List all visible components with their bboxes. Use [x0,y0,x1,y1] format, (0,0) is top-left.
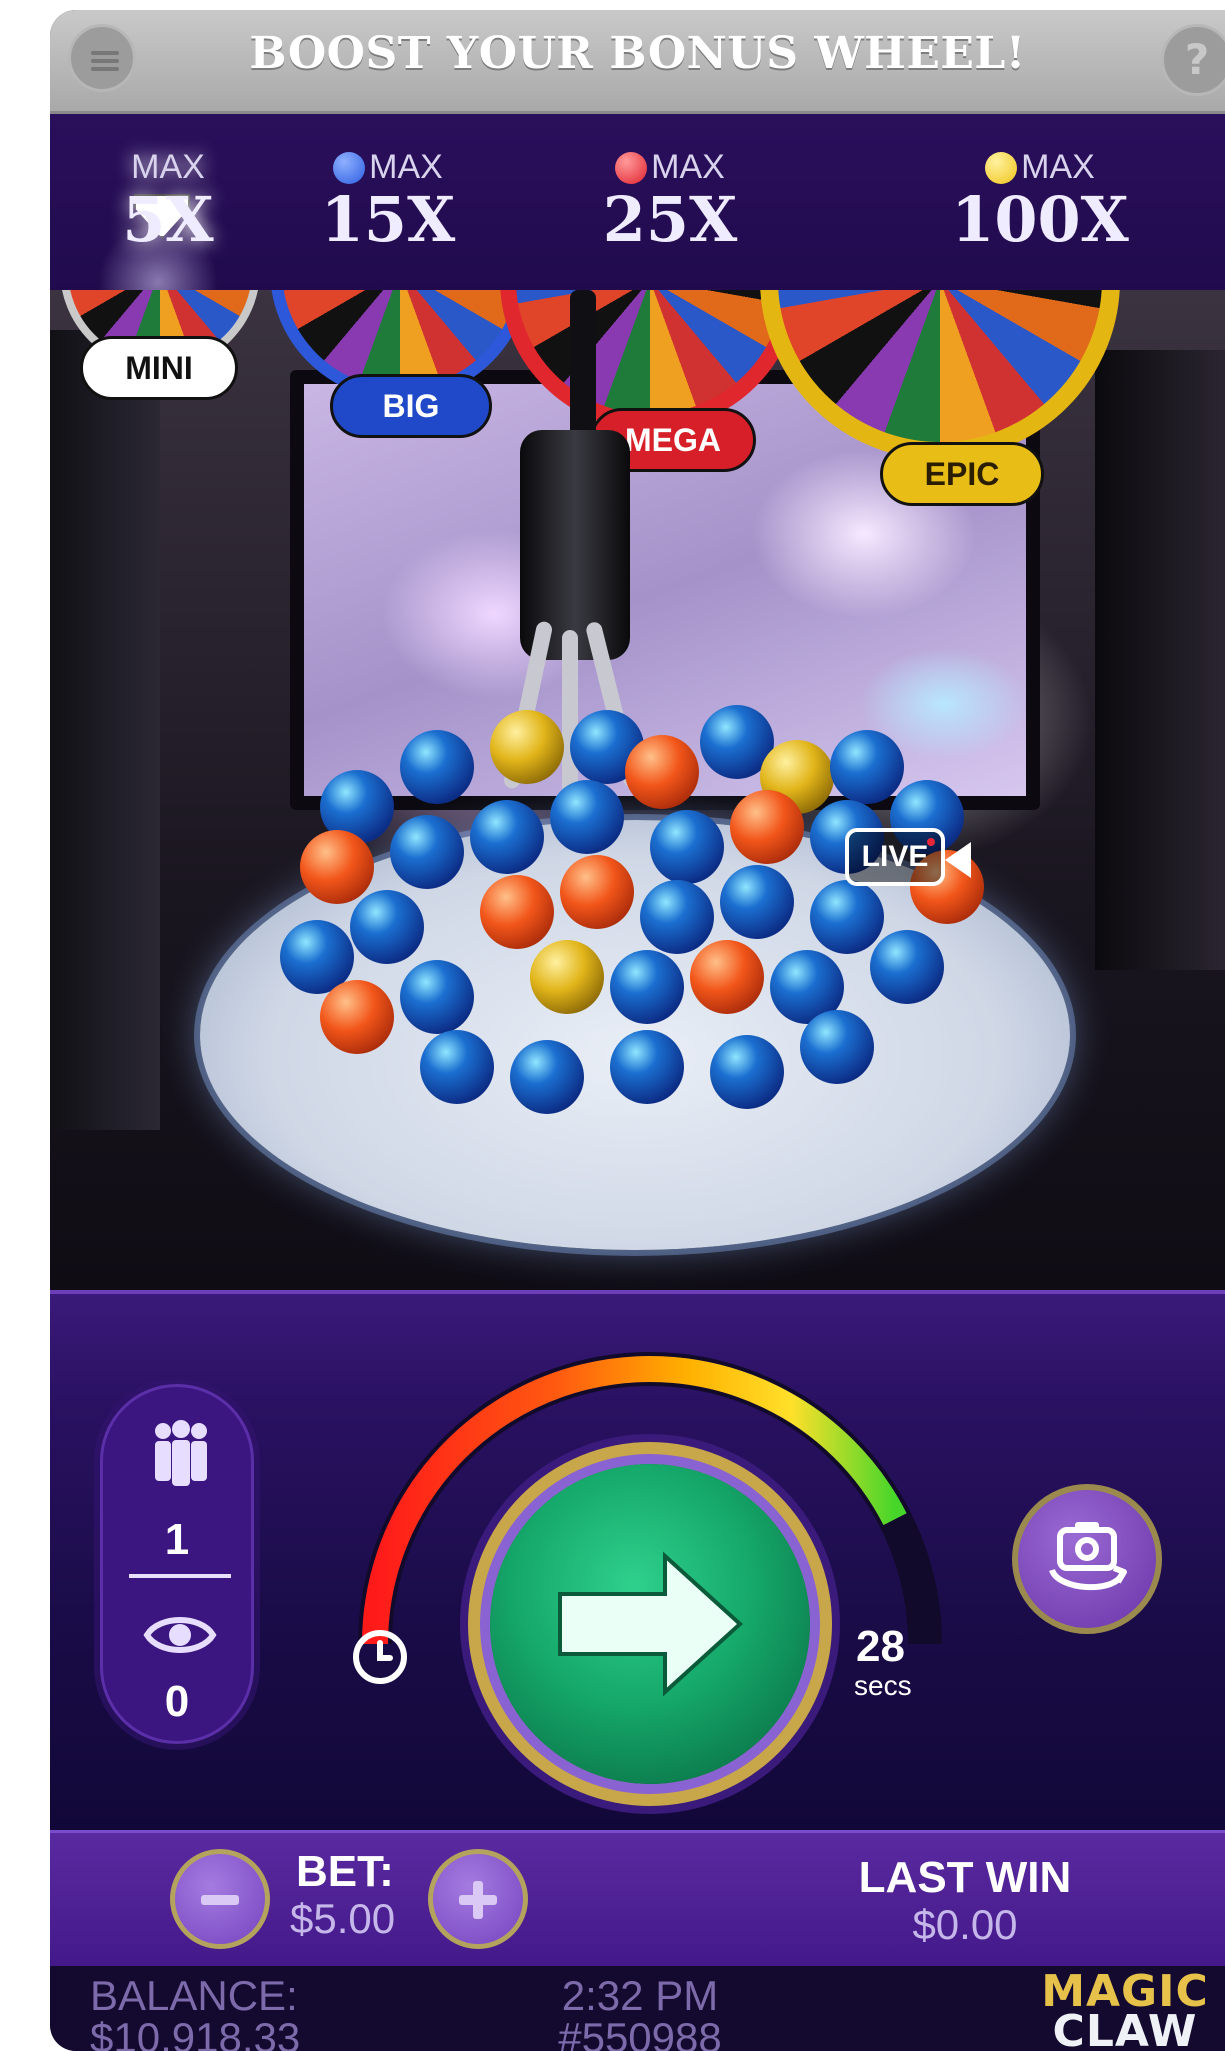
bet-amount: $5.00 [290,1895,396,1942]
live-camera-feed: MINI BIG MEGA EPIC LIVE [50,290,1225,1290]
multiplier-selector: MAX 5X MAX 15X MAX 25X MAX 100X [50,114,1225,342]
cabinet-frame-right [1095,350,1225,970]
video-camera-icon [945,842,971,878]
prize-ball [350,890,424,964]
last-win-label: LAST WIN [858,1853,1072,1902]
multiplier-value: 25X [602,183,738,256]
counter-divider [129,1574,231,1578]
balance-amount: $10,918.33 [90,2014,301,2051]
prize-ball [730,790,804,864]
arrow-right-icon [558,1551,743,1697]
prize-ball [420,1030,494,1104]
decrease-bet-button[interactable] [170,1849,270,1949]
last-win-amount: $0.00 [912,1901,1018,1948]
players-viewers-counter: 1 0 [100,1384,254,1744]
bet-bar: BET: $5.00 LAST WIN $0.00 [50,1830,1225,1966]
bet-label: BET: [296,1847,394,1896]
prize-ball [710,1035,784,1109]
prize-ball [530,940,604,1014]
players-count: 1 [164,1515,190,1564]
prize-ball [720,865,794,939]
big-wheel-label: BIG [330,374,492,438]
prize-ball [870,930,944,1004]
prize-ball [690,940,764,1014]
multiplier-label: MAX [369,148,443,186]
status-footer: BALANCE: $10,918.33 2:32 PM #550988 MAGI… [50,1966,1225,2051]
timer-seconds: 28 [856,1622,905,1671]
clock-time: 2:32 PM [561,1972,719,2019]
header-title: BOOST YOUR BONUS WHEEL! [249,28,1026,79]
balance-label: BALANCE: [90,1972,298,2019]
prize-ball [800,1010,874,1084]
multiplier-label: MAX [131,148,205,186]
control-panel: 1 0 28 secs [50,1290,1225,1830]
prize-ball [810,880,884,954]
header-bar: BOOST YOUR BONUS WHEEL! ? [50,10,1225,114]
claw-prong [562,630,578,800]
gold-dot-icon [985,151,1018,184]
multiplier-value: 5X [122,183,214,256]
multiplier-option-100x[interactable]: MAX 100X [910,148,1170,251]
claw-cable [570,290,596,450]
prize-ball [480,875,554,949]
epic-wheel-label: EPIC [880,442,1044,506]
prize-ball [510,1040,584,1114]
switch-camera-button[interactable] [1012,1484,1162,1634]
prize-ball [610,950,684,1024]
prize-ball [490,710,564,784]
players-icon [155,1420,207,1486]
multiplier-value: 100X [951,183,1129,256]
timer-unit: secs [854,1670,912,1701]
game-screen: BOOST YOUR BONUS WHEEL! ? MAX 5X MAX 15X… [50,10,1225,2051]
round-id: #550988 [558,2014,722,2051]
cabinet-frame-left [50,330,160,1130]
logo-claw: CLAW [1052,2006,1198,2051]
prize-ball [610,1030,684,1104]
help-button[interactable]: ? [1161,24,1225,96]
viewers-eye-icon [143,1617,217,1653]
prize-ball [640,880,714,954]
prize-ball [390,815,464,889]
multiplier-label: MAX [651,148,725,186]
multiplier-value: 15X [320,183,456,256]
multiplier-option-5x[interactable]: MAX 5X [98,148,238,251]
prize-ball [550,780,624,854]
multiplier-option-15x[interactable]: MAX 15X [278,148,498,251]
prize-ball [625,735,699,809]
go-play-button[interactable] [490,1464,810,1784]
prize-ball [400,960,474,1034]
prize-ball [830,730,904,804]
prize-ball [560,855,634,929]
clock-icon [353,1630,407,1684]
prize-ball [300,830,374,904]
prize-ball [400,730,474,804]
multiplier-label: MAX [1021,148,1095,186]
prize-ball [650,810,724,884]
multiplier-option-25x[interactable]: MAX 25X [550,148,790,251]
blue-dot-icon [333,151,366,184]
prize-ball [470,800,544,874]
live-badge: LIVE [845,828,945,886]
increase-bet-button[interactable] [428,1849,528,1949]
prize-ball [320,980,394,1054]
minus-icon [201,1895,239,1905]
camera-rotate-icon [1049,1522,1127,1590]
live-label: LIVE [861,840,929,873]
viewers-count: 0 [164,1677,190,1726]
recording-dot-icon [927,838,935,846]
mini-wheel-label: MINI [80,336,238,400]
red-dot-icon [615,151,648,184]
